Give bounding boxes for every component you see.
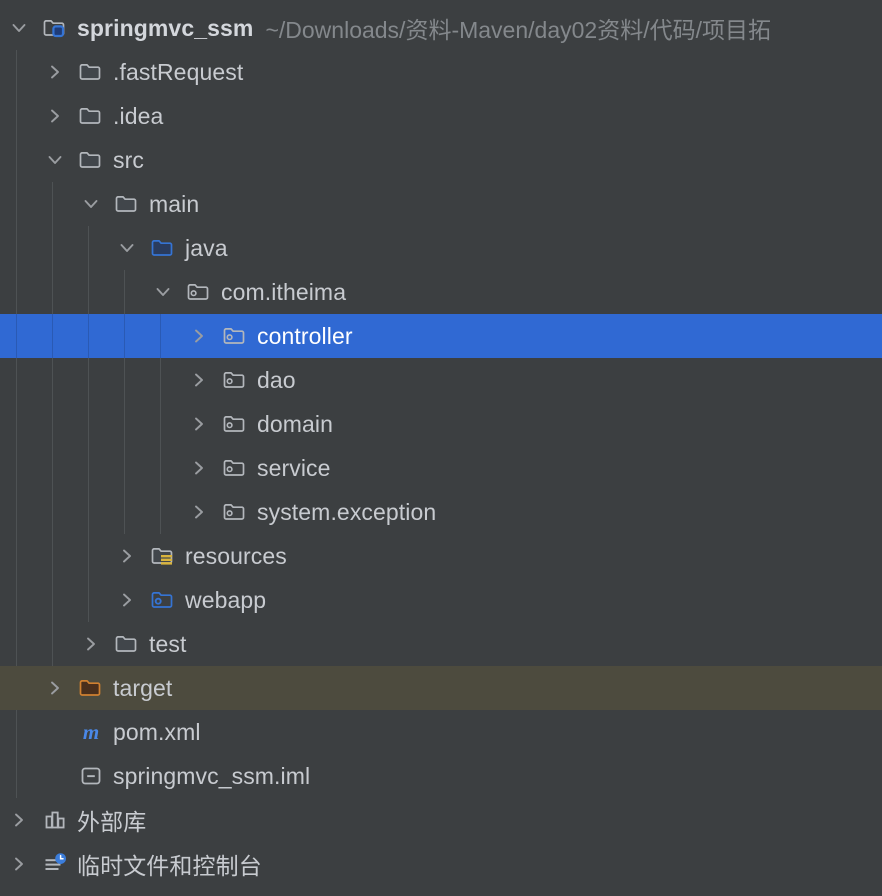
tree-node-label: service bbox=[257, 454, 331, 481]
chevron-right-icon[interactable] bbox=[8, 809, 30, 831]
maven-file-icon: m bbox=[78, 719, 104, 745]
web-root-folder-icon bbox=[150, 587, 176, 613]
scratches-consoles-icon bbox=[42, 851, 68, 877]
tree-row[interactable]: src bbox=[0, 138, 882, 182]
project-path-label: ~/Downloads/资料-Maven/day02资料/代码/项目拓 bbox=[265, 17, 771, 43]
chevron-down-icon[interactable] bbox=[116, 237, 138, 259]
chevron-right-icon[interactable] bbox=[80, 633, 102, 655]
excluded-folder-icon bbox=[78, 675, 104, 701]
chevron-right-icon[interactable] bbox=[188, 413, 210, 435]
tree-node-label: .fastRequest bbox=[113, 58, 244, 85]
chevron-right-icon[interactable] bbox=[116, 589, 138, 611]
tree-node-label: test bbox=[149, 630, 187, 657]
tree-node-label: springmvc_ssm.iml bbox=[113, 762, 311, 789]
tree-node-label: webapp bbox=[185, 586, 267, 613]
tree-row[interactable]: main bbox=[0, 182, 882, 226]
tree-node-label: com.itheima bbox=[221, 278, 347, 305]
source-root-folder-icon bbox=[150, 235, 176, 261]
tree-row[interactable]: m pom.xml bbox=[0, 710, 882, 754]
tree-node-label: target bbox=[113, 674, 173, 701]
tree-node-label: domain bbox=[257, 410, 334, 437]
project-tool-window-tree[interactable]: springmvc_ssm ~/Downloads/资料-Maven/day02资… bbox=[0, 0, 882, 896]
tree-row[interactable]: java bbox=[0, 226, 882, 270]
chevron-right-icon[interactable] bbox=[188, 501, 210, 523]
chevron-right-icon[interactable] bbox=[44, 677, 66, 699]
tree-node-label: 外部库 bbox=[77, 810, 147, 836]
tree-row[interactable]: target bbox=[0, 666, 882, 710]
iml-file-icon bbox=[78, 763, 104, 789]
folder-icon bbox=[78, 59, 104, 85]
package-icon bbox=[186, 279, 212, 305]
tree-row[interactable]: .fastRequest bbox=[0, 50, 882, 94]
chevron-right-icon[interactable] bbox=[8, 853, 30, 875]
tree-row-root[interactable]: springmvc_ssm ~/Downloads/资料-Maven/day02资… bbox=[0, 6, 882, 50]
tree-node-label: controller bbox=[257, 322, 353, 349]
tree-node-label: resources bbox=[185, 542, 287, 569]
package-icon bbox=[222, 455, 248, 481]
project-root-label: springmvc_ssm bbox=[77, 14, 254, 41]
tree-row[interactable]: test bbox=[0, 622, 882, 666]
package-icon bbox=[222, 499, 248, 525]
package-icon bbox=[222, 323, 248, 349]
indent-guide-line-selected bbox=[16, 314, 17, 358]
tree-row[interactable]: 外部库 bbox=[0, 798, 882, 842]
indent-guide-line-selected bbox=[160, 314, 161, 358]
tree-row[interactable]: dao bbox=[0, 358, 882, 402]
tree-row[interactable]: resources bbox=[0, 534, 882, 578]
folder-icon bbox=[114, 631, 140, 657]
tree-node-label: system.exception bbox=[257, 498, 437, 525]
chevron-right-icon[interactable] bbox=[188, 325, 210, 347]
chevron-right-icon[interactable] bbox=[188, 369, 210, 391]
tree-node-label: 临时文件和控制台 bbox=[77, 854, 262, 880]
chevron-right-icon[interactable] bbox=[44, 61, 66, 83]
chevron-right-icon[interactable] bbox=[116, 545, 138, 567]
chevron-right-icon[interactable] bbox=[188, 457, 210, 479]
package-icon bbox=[222, 411, 248, 437]
tree-node-label: src bbox=[113, 146, 144, 173]
tree-row[interactable]: domain bbox=[0, 402, 882, 446]
external-libraries-icon bbox=[42, 807, 68, 833]
chevron-down-icon[interactable] bbox=[152, 281, 174, 303]
tree-row[interactable]: webapp bbox=[0, 578, 882, 622]
folder-icon bbox=[78, 103, 104, 129]
tree-node-label: .idea bbox=[113, 102, 164, 129]
tree-row[interactable]: service bbox=[0, 446, 882, 490]
chevron-down-icon[interactable] bbox=[80, 193, 102, 215]
svg-text:m: m bbox=[83, 720, 99, 744]
tree-row[interactable]: springmvc_ssm.iml bbox=[0, 754, 882, 798]
indent-guide-line-selected bbox=[124, 314, 125, 358]
tree-node-label: pom.xml bbox=[113, 718, 201, 745]
folder-icon bbox=[78, 147, 104, 173]
indent-guide-line-selected bbox=[52, 314, 53, 358]
tree-row[interactable]: com.itheima bbox=[0, 270, 882, 314]
chevron-down-icon[interactable] bbox=[8, 17, 30, 39]
project-module-folder-icon bbox=[42, 15, 68, 41]
indent-guide-line-selected bbox=[88, 314, 89, 358]
tree-row[interactable]: 临时文件和控制台 bbox=[0, 842, 882, 886]
tree-row[interactable]: .idea bbox=[0, 94, 882, 138]
package-icon bbox=[222, 367, 248, 393]
chevron-down-icon[interactable] bbox=[44, 149, 66, 171]
tree-row[interactable]: controller bbox=[0, 314, 882, 358]
chevron-right-icon[interactable] bbox=[44, 105, 66, 127]
tree-node-label: java bbox=[185, 234, 228, 261]
tree-node-label: main bbox=[149, 190, 200, 217]
folder-icon bbox=[114, 191, 140, 217]
tree-node-label: dao bbox=[257, 366, 296, 393]
resource-root-folder-icon bbox=[150, 543, 176, 569]
tree-row[interactable]: system.exception bbox=[0, 490, 882, 534]
